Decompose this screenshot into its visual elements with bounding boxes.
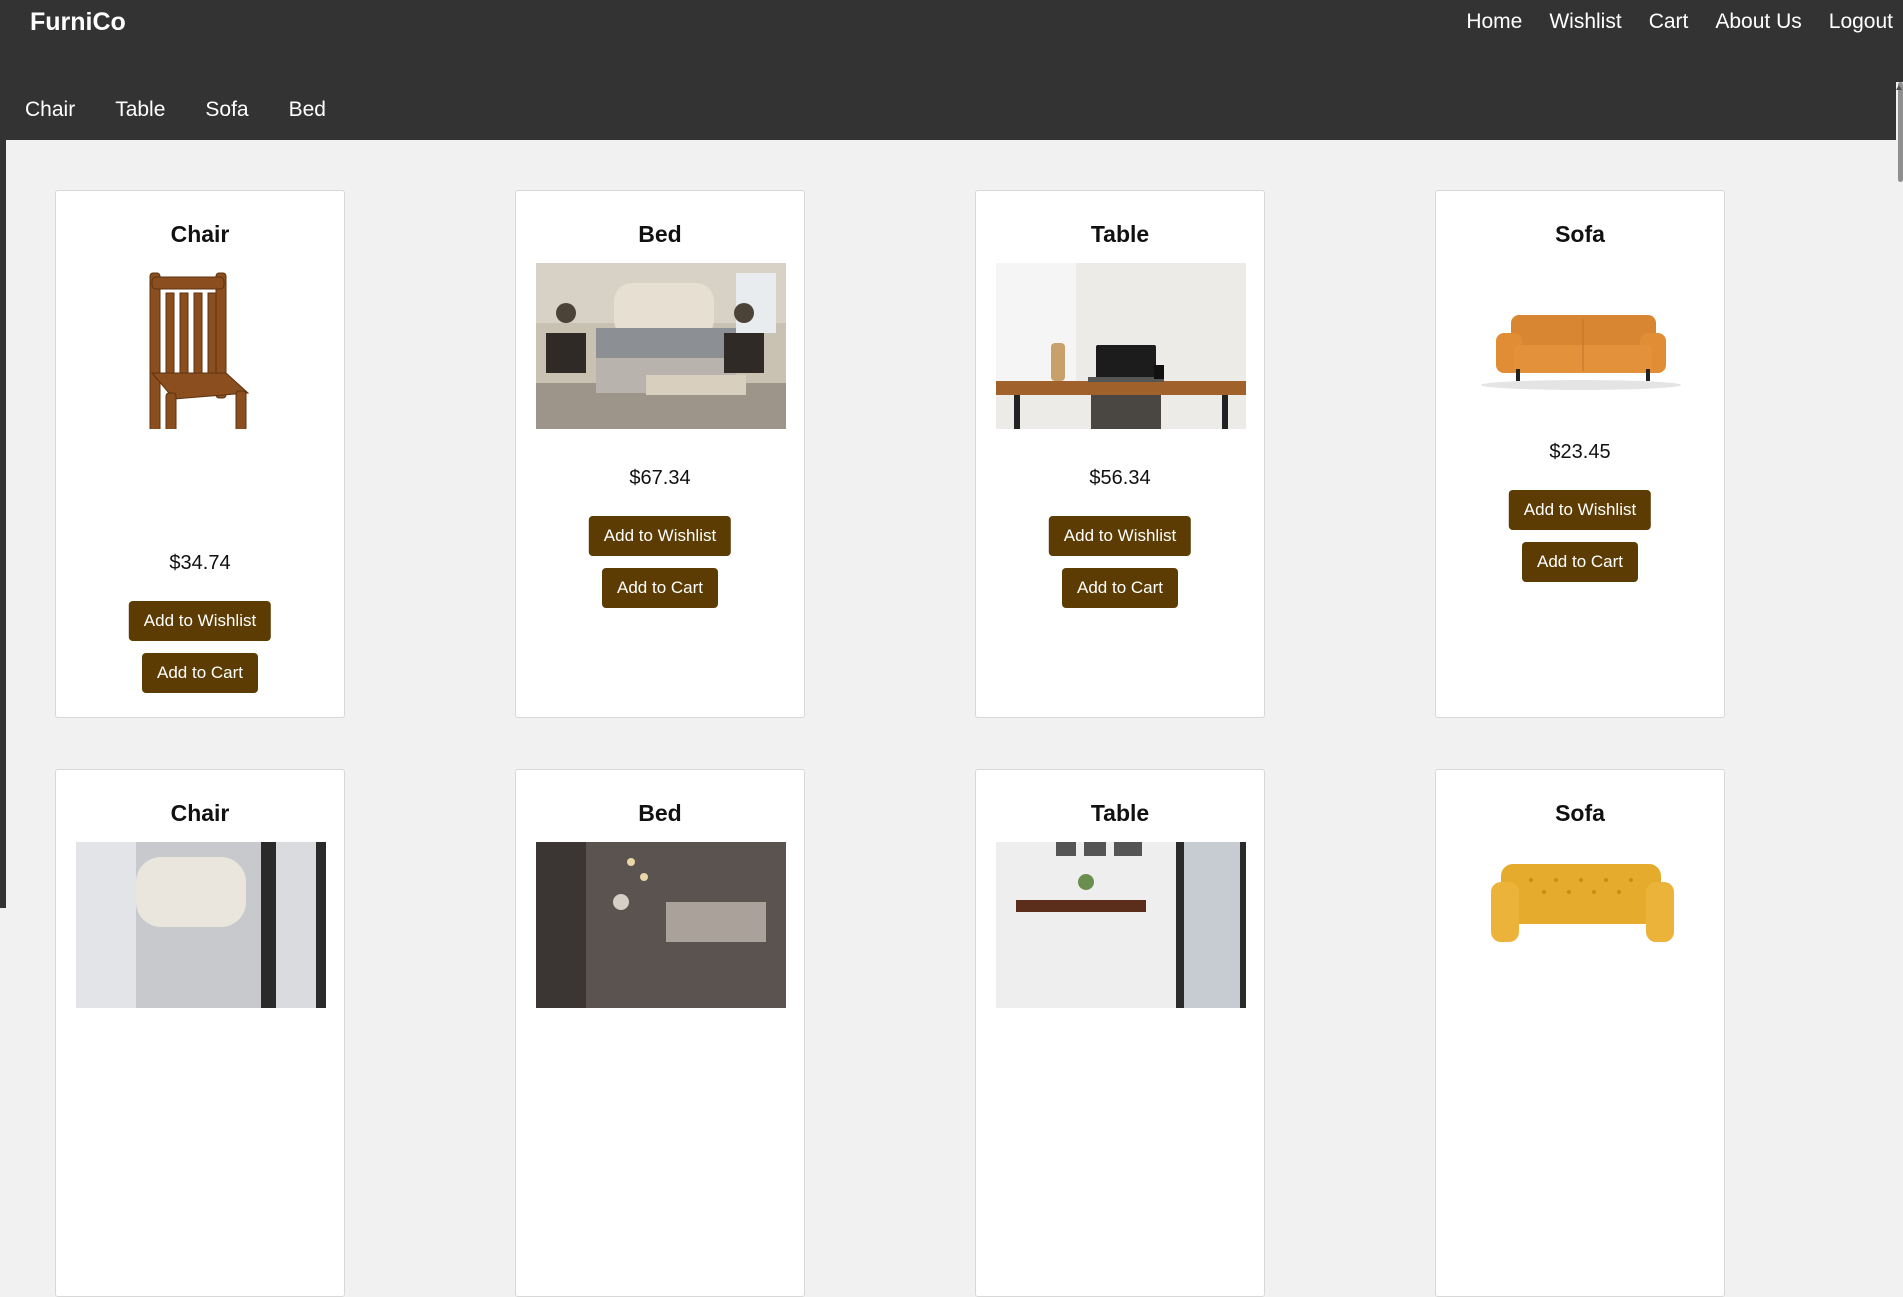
product-card-chair: Chair $34.74 Add to Wishlist Add to Cart [55,190,345,718]
product-title: Chair [170,800,230,826]
product-title: Sofa [1555,221,1605,247]
page-scrollbar[interactable] [1896,82,1903,908]
product-card-table: Table $56.34 Add to Wishlist Add to Cart [975,190,1265,718]
add-to-wishlist-button[interactable]: Add to Wishlist [1508,490,1652,530]
product-card-bed-2: Bed [515,769,805,1297]
product-price: $67.34 [629,467,691,489]
chair-product-image [76,263,326,429]
add-to-cart-button[interactable]: Add to Cart [602,568,718,608]
product-title: Bed [638,800,682,826]
table-product-image [996,842,1246,1008]
nav-logout-link[interactable]: Logout [1829,10,1893,34]
category-table-link[interactable]: Table [115,98,165,122]
site-logo[interactable]: FurniCo [30,8,126,37]
product-card-bed: Bed $67.34 Add to Wishlist Add to Cart [515,190,805,718]
product-title: Chair [170,221,230,247]
add-to-wishlist-button[interactable]: Add to Wishlist [1048,516,1192,556]
site-header: FurniCo Home Wishlist Cart About Us Logo… [0,0,1903,140]
add-to-cart-button[interactable]: Add to Cart [142,653,258,693]
bed-product-image [536,842,786,1008]
nav-cart-link[interactable]: Cart [1649,10,1689,34]
scrollbar-thumb[interactable] [1898,82,1903,182]
add-to-cart-button[interactable]: Add to Cart [1522,542,1638,582]
nav-home-link[interactable]: Home [1466,10,1522,34]
product-card-sofa: Sofa $23.45 Add to Wishlist Add to Cart [1435,190,1725,718]
category-sofa-link[interactable]: Sofa [205,98,248,122]
chair-product-image [76,842,326,1008]
product-price: $56.34 [1089,467,1151,489]
product-card-chair-2: Chair [55,769,345,1297]
product-title: Bed [638,221,682,247]
product-card-table-2: Table [975,769,1265,1297]
add-to-cart-button[interactable]: Add to Cart [1062,568,1178,608]
top-navigation: Home Wishlist Cart About Us Logout [1466,10,1903,34]
sofa-product-image [1456,842,1706,1008]
category-bed-link[interactable]: Bed [289,98,326,122]
product-card-sofa-2: Sofa [1435,769,1725,1297]
sofa-product-image [1456,263,1706,403]
add-to-wishlist-button[interactable]: Add to Wishlist [588,516,732,556]
category-navigation: Chair Table Sofa Bed [25,98,366,122]
product-title: Sofa [1555,800,1605,826]
add-to-wishlist-button[interactable]: Add to Wishlist [128,601,272,641]
bed-product-image [536,263,786,429]
nav-wishlist-link[interactable]: Wishlist [1549,10,1621,34]
product-price: $34.74 [169,552,231,574]
scroll-up-arrow-icon[interactable] [1896,85,1902,90]
table-product-image [996,263,1246,429]
product-price: $23.45 [1549,441,1611,463]
product-title: Table [1090,800,1150,826]
category-chair-link[interactable]: Chair [25,98,75,122]
product-title: Table [1090,221,1150,247]
nav-about-us-link[interactable]: About Us [1715,10,1801,34]
